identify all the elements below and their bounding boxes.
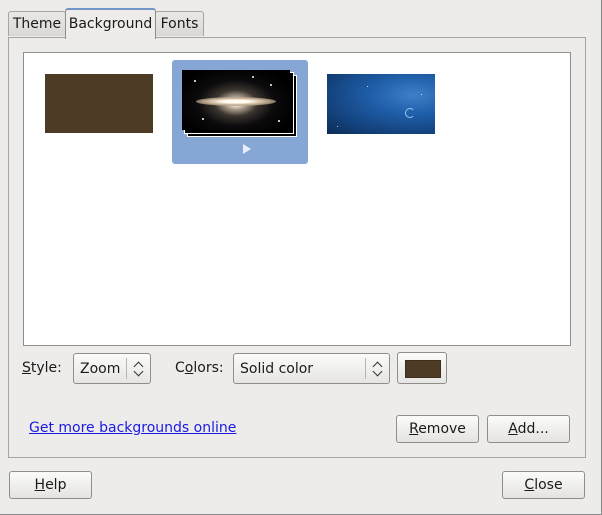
- tab-fonts[interactable]: Fonts: [155, 11, 204, 36]
- style-select[interactable]: Zoom: [73, 353, 151, 384]
- solid-color-preview: [45, 74, 153, 133]
- remove-button[interactable]: Remove: [396, 415, 479, 443]
- thumbnail-solid-color[interactable]: [44, 73, 154, 135]
- galaxy-preview: [182, 70, 290, 130]
- thumbnail-galaxy-slideshow[interactable]: [172, 60, 308, 164]
- tab-background-label: Background: [68, 16, 153, 32]
- tab-theme-label: Theme: [12, 16, 62, 32]
- style-label: Style:: [22, 360, 62, 376]
- colors-select[interactable]: Solid color: [233, 353, 390, 384]
- get-more-backgrounds-link[interactable]: Get more backgrounds online: [29, 418, 236, 438]
- add-button[interactable]: Add...: [487, 415, 570, 443]
- spin-arrows-icon: [132, 357, 146, 381]
- tab-theme[interactable]: Theme: [8, 11, 66, 36]
- close-button[interactable]: Close: [502, 471, 585, 499]
- background-thumbnail-view[interactable]: [23, 52, 571, 346]
- color-picker-button[interactable]: [397, 352, 447, 384]
- tab-fonts-label: Fonts: [160, 16, 199, 32]
- tab-background[interactable]: Background: [65, 8, 156, 39]
- color-swatch: [405, 360, 441, 378]
- blue-space-preview: [327, 74, 435, 134]
- slideshow-play-icon: [243, 144, 251, 154]
- spin-arrows-icon: [371, 357, 385, 381]
- thumbnail-blue-space[interactable]: [326, 73, 436, 135]
- colors-select-value: Solid color: [240, 361, 314, 377]
- style-select-value: Zoom: [80, 361, 121, 377]
- help-button[interactable]: Help: [9, 471, 92, 499]
- colors-label: Colors:: [175, 360, 224, 376]
